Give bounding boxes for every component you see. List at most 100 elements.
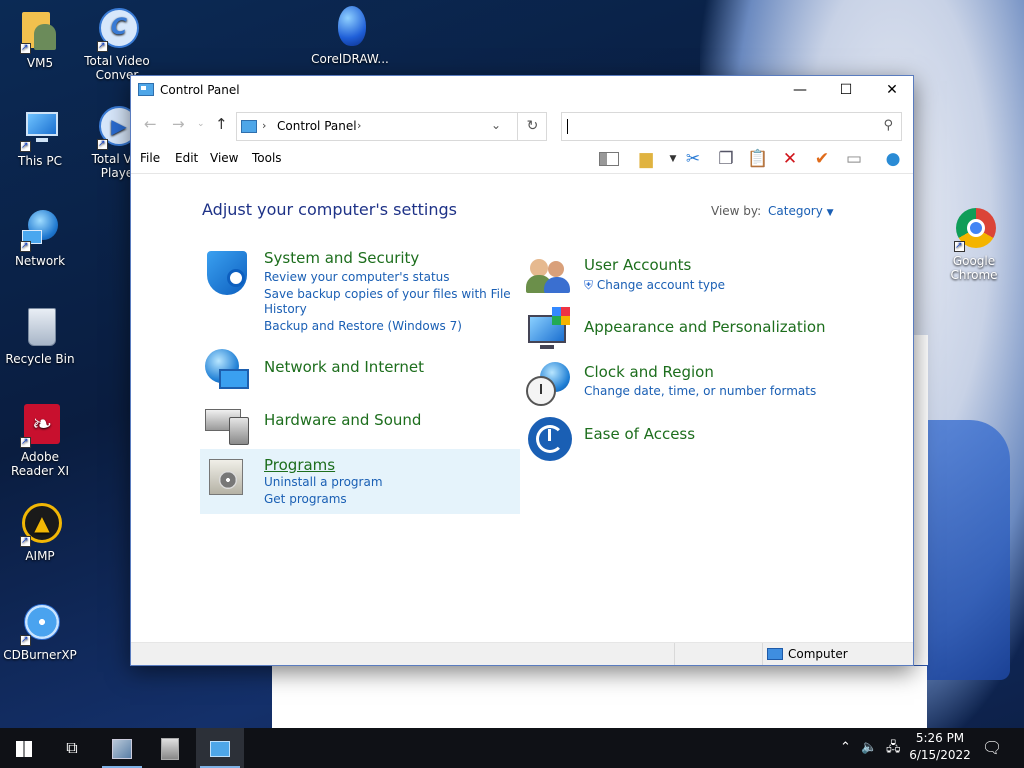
tools-app-icon [112, 738, 132, 759]
status-bar: Computer [131, 642, 913, 665]
link-review-status[interactable]: Review your computer's status [264, 270, 450, 285]
desktop-icon-recycle-bin[interactable]: Recycle Bin [0, 306, 80, 366]
background-window-edge-right [914, 335, 928, 665]
clock-date: 6/15/2022 [909, 748, 971, 762]
link-change-date-time[interactable]: Change date, time, or number formats [584, 384, 816, 399]
breadcrumb-separator-icon[interactable]: › [262, 119, 266, 132]
appearance-monitor-icon[interactable] [526, 307, 574, 355]
desktop-icon-label: AIMP [25, 549, 55, 563]
search-icon[interactable]: ⚲ [883, 118, 893, 133]
category-title-network-internet[interactable]: Network and Internet [264, 358, 424, 376]
desktop-icon-aimp[interactable]: ▲ AIMP [0, 503, 80, 563]
taskbar-app-installer[interactable] [146, 728, 194, 768]
desktop-icon-coreldraw[interactable]: CorelDRAW... [310, 6, 390, 66]
close-button[interactable]: ✕ [869, 76, 915, 104]
cd-disc-icon [18, 602, 62, 647]
menu-view[interactable]: View [210, 151, 238, 165]
properties-icon[interactable]: ▭ [842, 148, 866, 170]
notification-center-icon[interactable]: 🗨 [982, 728, 1002, 768]
menu-edit[interactable]: Edit [175, 151, 198, 165]
delete-x-icon[interactable]: ✕ [778, 148, 802, 170]
view-by-label: View by: [711, 204, 762, 218]
view-by-dropdown[interactable]: Category ▼ [768, 204, 834, 218]
show-hidden-icons-chevron-icon[interactable]: ⌃ [840, 728, 851, 768]
taskbar-app-control-panel-tools[interactable] [98, 728, 146, 768]
link-backup-restore[interactable]: Backup and Restore (Windows 7) [264, 319, 462, 334]
back-arrow-icon[interactable]: ← [144, 115, 157, 133]
breadcrumb-control-panel[interactable]: Control Panel [277, 119, 357, 133]
breadcrumb-separator-icon[interactable]: › [357, 119, 361, 132]
desktop-icon-vm5[interactable]: VM5 [0, 10, 80, 70]
installer-app-icon [161, 737, 179, 760]
link-change-account-type-text: Change account type [596, 278, 726, 292]
volume-icon[interactable]: 🔈 [861, 728, 877, 768]
menu-tools[interactable]: Tools [252, 151, 282, 165]
desktop-icon-label: Adobe Reader XI [10, 450, 70, 478]
status-divider [674, 643, 675, 665]
link-get-programs[interactable]: Get programs [264, 492, 347, 507]
folder-user-icon [18, 10, 62, 55]
control-panel-icon [241, 120, 257, 133]
category-title-clock-region[interactable]: Clock and Region [584, 363, 714, 381]
desktop-icon-google-chrome[interactable]: Google Chrome [934, 208, 1014, 282]
desktop-icon-total-video-converter[interactable]: C Total Video Conver [77, 8, 157, 82]
address-dropdown-chevron-icon[interactable]: ⌄ [491, 118, 501, 132]
minimize-button[interactable]: — [777, 76, 823, 104]
users-icon[interactable] [526, 253, 574, 301]
desktop-icon-label: CorelDRAW... [311, 52, 389, 66]
up-arrow-icon[interactable]: ↑ [215, 115, 228, 133]
search-input[interactable]: ⚲ [561, 112, 902, 141]
address-bar[interactable]: › Control Panel › ⌄ ↻ [236, 112, 547, 141]
link-save-backup-history[interactable]: History [264, 302, 307, 317]
desktop-icon-adobe-reader[interactable]: ❧ Adobe Reader XI [0, 404, 80, 478]
status-divider [762, 643, 763, 665]
category-title-ease-of-access[interactable]: Ease of Access [584, 425, 695, 443]
converter-icon: C [95, 8, 139, 53]
forward-arrow-icon[interactable]: → [172, 115, 185, 133]
system-clock[interactable]: 5:26 PM 6/15/2022 [900, 730, 980, 764]
recycle-bin-icon [18, 306, 62, 350]
aimp-icon: ▲ [18, 503, 62, 548]
desktop-icon-cdburnerxp[interactable]: CDBurnerXP [0, 602, 80, 662]
background-window-edge [272, 666, 927, 728]
start-button[interactable] [0, 728, 48, 768]
network-tray-icon[interactable]: 🖧 [886, 728, 901, 768]
category-title-hardware-sound[interactable]: Hardware and Sound [264, 411, 421, 429]
paste-clipboard-icon[interactable]: 📋 [746, 148, 770, 170]
checkmark-icon[interactable]: ✔ [810, 148, 834, 170]
desktop-icon-label: CDBurnerXP [3, 648, 77, 662]
uac-shield-icon: ⛨ [584, 278, 594, 292]
category-title-user-accounts[interactable]: User Accounts [584, 256, 691, 274]
recent-locations-chevron-icon[interactable]: ⌄ [197, 119, 205, 129]
clock-time: 5:26 PM [915, 731, 965, 745]
maximize-button[interactable]: ☐ [823, 76, 869, 104]
globe-icon[interactable]: ● [881, 148, 905, 170]
task-view-button[interactable]: ⧉ [48, 728, 96, 768]
printer-speaker-icon[interactable] [205, 401, 253, 449]
folder-options-icon[interactable]: ▆ [634, 148, 658, 170]
ease-of-access-icon[interactable] [526, 415, 574, 463]
cut-scissors-icon[interactable]: ✂ [681, 148, 705, 170]
category-title-programs[interactable]: Programs [264, 456, 335, 474]
taskbar-app-control-panel[interactable] [196, 728, 244, 768]
desktop-icon-network[interactable]: Network [0, 208, 80, 268]
view-by-value: Category [768, 204, 823, 218]
shield-icon[interactable] [205, 249, 253, 297]
refresh-icon[interactable]: ↻ [517, 113, 547, 140]
desktop-icon-this-pc[interactable]: This PC [0, 108, 80, 168]
title-bar[interactable]: Control Panel — ☐ ✕ [131, 76, 913, 104]
preview-pane-icon[interactable] [597, 148, 621, 170]
link-save-backup[interactable]: Save backup copies of your files with Fi… [264, 287, 511, 302]
task-view-icon: ⧉ [66, 738, 78, 757]
menu-bar: File Edit View Tools ▆ ▼ ✂ ❐ 📋 ✕ ✔ ▭ ● [131, 144, 913, 174]
category-title-appearance[interactable]: Appearance and Personalization [584, 318, 826, 336]
copy-icon[interactable]: ❐ [714, 148, 738, 170]
link-change-account-type[interactable]: ⛨ Change account type [584, 278, 725, 293]
clock-globe-icon[interactable] [526, 362, 574, 410]
network-globe-icon[interactable] [205, 349, 253, 397]
menu-file[interactable]: File [140, 151, 160, 165]
programs-disc-box-icon[interactable] [205, 453, 253, 501]
computer-icon [767, 648, 783, 660]
category-title-system-security[interactable]: System and Security [264, 249, 419, 267]
link-uninstall-program[interactable]: Uninstall a program [264, 475, 383, 490]
